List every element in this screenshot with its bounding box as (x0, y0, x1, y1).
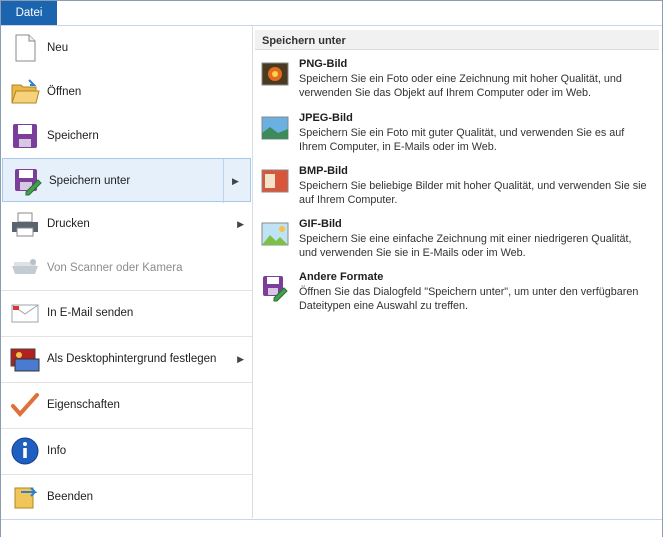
jpeg-image-icon (261, 115, 291, 143)
menu-item-save-as[interactable]: Speichern unter ▶ (2, 158, 251, 203)
file-tab[interactable]: Datei (1, 1, 57, 25)
option-description: Speichern Sie ein Foto oder eine Zeichnu… (299, 73, 622, 99)
menu-item-properties[interactable]: Eigenschaften (1, 382, 252, 427)
floppy-disk-icon (9, 120, 41, 152)
option-title: GIF-Bild (299, 218, 342, 230)
menu-item-label: Speichern unter (49, 175, 131, 187)
submenu-arrow-icon[interactable]: ▶ (237, 337, 244, 381)
new-file-icon (9, 32, 41, 64)
option-description: Speichern Sie ein Foto mit guter Qualitä… (299, 127, 625, 153)
ribbon-tab-bar: Datei (1, 1, 662, 26)
gif-image-icon (261, 221, 291, 249)
option-description: Öffnen Sie das Dialogfeld "Speichern unt… (299, 286, 639, 312)
paint-file-menu: Datei Neu Öffnen Speichern Speichern unt… (0, 0, 663, 537)
printer-icon (9, 208, 41, 240)
option-title: Andere Formate (299, 271, 384, 283)
menu-item-label: Als Desktophintergrund festlegen (47, 353, 217, 365)
file-menu-list: Neu Öffnen Speichern Speichern unter ▶ D… (1, 26, 253, 518)
menu-item-label: Drucken (47, 218, 90, 230)
option-description: Speichern Sie eine einfache Zeichnung mi… (299, 233, 632, 259)
menu-item-scanner[interactable]: Von Scanner oder Kamera (1, 246, 252, 290)
menu-item-label: Öffnen (47, 86, 82, 98)
menu-item-label: Beenden (47, 491, 94, 503)
scanner-icon (9, 252, 41, 284)
other-formats-icon (261, 274, 291, 302)
checkmark-icon (9, 389, 41, 421)
save-as-icon (11, 165, 43, 197)
menu-item-label: Info (47, 445, 67, 457)
menu-item-desktop-background[interactable]: Als Desktophintergrund festlegen ▶ (1, 336, 252, 381)
option-bmp[interactable]: BMP-Bild Speichern Sie beliebige Bilder … (261, 163, 656, 213)
menu-item-label: In E-Mail senden (47, 307, 134, 319)
png-image-icon (261, 61, 291, 89)
option-title: PNG-Bild (299, 58, 348, 70)
submenu-arrow-icon[interactable]: ▶ (223, 159, 250, 203)
desktop-background-icon (9, 343, 41, 375)
menu-item-label: Eigenschaften (47, 399, 120, 411)
panel-title: Speichern unter (255, 30, 659, 50)
info-icon (9, 435, 41, 467)
menu-item-email[interactable]: In E-Mail senden (1, 290, 252, 335)
option-title: BMP-Bild (299, 165, 348, 177)
exit-icon (9, 481, 41, 513)
menu-item-label: Speichern (47, 130, 99, 142)
folder-open-icon (9, 76, 41, 108)
menu-item-label: Neu (47, 42, 69, 54)
menu-item-open[interactable]: Öffnen (1, 70, 252, 114)
save-as-panel: Speichern unter PNG-Bild Speichern Sie e… (253, 26, 662, 518)
option-gif[interactable]: GIF-Bild Speichern Sie eine einfache Zei… (261, 216, 656, 266)
menu-item-print[interactable]: Drucken ▶ (1, 202, 252, 246)
option-description: Speichern Sie beliebige Bilder mit hoher… (299, 180, 647, 206)
option-title: JPEG-Bild (299, 112, 353, 124)
bmp-image-icon (261, 168, 291, 196)
menu-item-save[interactable]: Speichern (1, 114, 252, 158)
menu-item-label: Von Scanner oder Kamera (47, 262, 183, 274)
submenu-arrow-icon[interactable]: ▶ (237, 202, 244, 246)
option-jpeg[interactable]: JPEG-Bild Speichern Sie ein Foto mit gut… (261, 110, 656, 160)
email-icon (9, 297, 41, 329)
menu-item-new[interactable]: Neu (1, 26, 252, 70)
menu-item-info[interactable]: Info (1, 428, 252, 473)
option-png[interactable]: PNG-Bild Speichern Sie ein Foto oder ein… (261, 56, 656, 106)
option-other-formats[interactable]: Andere Formate Öffnen Sie das Dialogfeld… (261, 269, 656, 319)
menu-item-exit[interactable]: Beenden (1, 474, 252, 519)
menu-footer (1, 519, 662, 537)
